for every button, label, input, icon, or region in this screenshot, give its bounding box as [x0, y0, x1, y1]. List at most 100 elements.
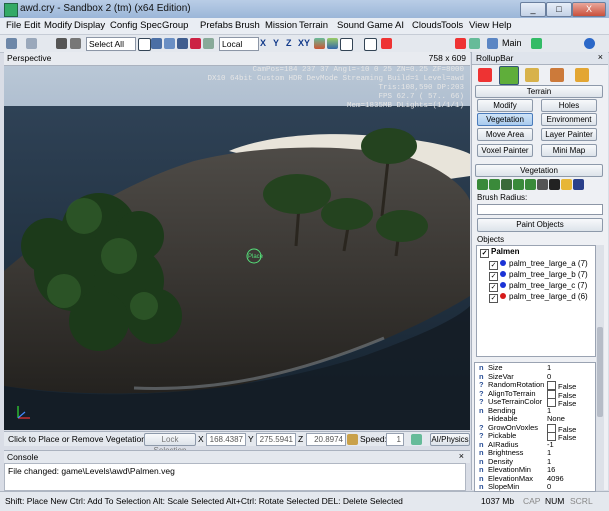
menu-display[interactable]: Display — [74, 20, 105, 31]
menu-sound[interactable]: Sound — [337, 20, 364, 31]
viewport-name[interactable]: Perspective — [7, 53, 51, 63]
viewport-stats: CamPos=184 237 37 Angl=-10 0 25 ZN=0.25 … — [207, 66, 464, 110]
menu-terrain[interactable]: Terrain — [299, 20, 328, 31]
property-value[interactable]: None — [547, 414, 565, 424]
menu-view[interactable]: View — [469, 20, 489, 31]
menu-edit[interactable]: Edit — [24, 20, 40, 31]
ai-physics-button[interactable]: AI/Physics — [430, 433, 470, 446]
grid-snap-icon[interactable] — [340, 38, 353, 51]
vegetation-button[interactable]: Vegetation — [477, 113, 533, 126]
axis-xy-button[interactable]: XY — [298, 37, 310, 50]
mini-map-button[interactable]: Mini Map — [541, 144, 597, 157]
tree-group-palmen[interactable]: ✓ Palmen — [480, 247, 519, 258]
menu-prefabs[interactable]: Prefabs — [200, 20, 233, 31]
speed-field[interactable]: 1 — [386, 433, 404, 446]
perspective-viewport[interactable]: Place CamPos=184 237 37 Angl=-10 0 25 ZN… — [4, 66, 470, 430]
terrain-section-header[interactable]: Terrain — [475, 85, 603, 98]
voxel-painter-button[interactable]: Voxel Painter — [477, 144, 533, 157]
property-grid[interactable]: n Size 1 n SizeVar 0? RandomRotation False? Alig… — [474, 362, 596, 492]
lock-selection-button[interactable]: Lock Selection — [144, 433, 196, 455]
maximize-button[interactable]: □ — [546, 2, 572, 17]
group-checkbox[interactable]: ✓ — [480, 249, 489, 258]
console-close-icon[interactable]: × — [459, 451, 464, 461]
scale-icon[interactable] — [177, 38, 188, 49]
axis-y-button[interactable]: Y — [273, 37, 279, 50]
menu-ai[interactable]: AI — [395, 20, 404, 31]
menu-config-spec[interactable]: Config Spec — [110, 20, 162, 31]
ruler-icon[interactable] — [381, 38, 392, 49]
modify-button[interactable]: Modify — [477, 99, 533, 112]
display-tab-icon[interactable] — [550, 68, 564, 82]
menu-modify[interactable]: Modify — [44, 20, 72, 31]
rollup-scrollbar[interactable] — [596, 245, 604, 490]
layer-select[interactable]: Main — [502, 37, 522, 50]
layer-painter-button[interactable]: Layer Painter — [541, 128, 597, 141]
menu-group[interactable]: Group — [162, 20, 188, 31]
rename-icon[interactable] — [501, 179, 512, 190]
terrain-tab-icon[interactable] — [499, 66, 519, 85]
tree-item[interactable]: ✓ palm_tree_large_c (7) — [489, 281, 587, 292]
unlink-icon[interactable] — [70, 38, 81, 49]
menu-file[interactable]: File — [6, 20, 21, 31]
holes-button[interactable]: Holes — [541, 99, 597, 112]
menu-tools[interactable]: Tools — [441, 20, 463, 31]
scrollbar-thumb[interactable] — [597, 327, 603, 417]
layer-settings-icon[interactable] — [531, 38, 542, 49]
tree-item[interactable]: ✓ palm_tree_large_a (7) — [489, 259, 588, 270]
replace-icon[interactable] — [525, 179, 536, 190]
menu-game[interactable]: Game — [367, 20, 393, 31]
console-output[interactable]: File changed: game\Levels\awd\Palmen.veg — [4, 463, 466, 491]
property-value[interactable]: 0 — [547, 482, 551, 491]
info-icon[interactable] — [584, 38, 595, 49]
snap-icon[interactable] — [203, 38, 214, 49]
brush-radius-slider[interactable] — [477, 204, 603, 215]
menu-brush[interactable]: Brush — [235, 20, 260, 31]
close-button[interactable]: X — [572, 2, 606, 17]
save-icon[interactable] — [549, 179, 560, 190]
terrain-follow-icon[interactable] — [314, 38, 325, 49]
tag-icon[interactable] — [455, 38, 466, 49]
redo-icon[interactable] — [26, 38, 37, 49]
terrain-collision-icon[interactable] — [411, 434, 422, 445]
rollup-close-icon[interactable]: × — [598, 52, 603, 62]
environment-button[interactable]: Environment — [541, 113, 597, 126]
objects-tree[interactable]: ✓ Palmen ✓ palm_tree_large_a (7) ✓ palm_tre… — [476, 245, 596, 357]
open-icon[interactable] — [561, 179, 572, 190]
coord-system-select[interactable]: Local — [219, 37, 259, 51]
selection-filter-select[interactable]: Select All — [86, 37, 136, 51]
link-icon[interactable] — [56, 38, 67, 49]
axis-z-button[interactable]: Z — [286, 37, 292, 50]
property-row[interactable]: n SlopeMin 0 — [479, 482, 595, 491]
menu-clouds[interactable]: Clouds — [412, 20, 442, 31]
rotate-icon[interactable] — [164, 38, 175, 49]
menu-mission[interactable]: Mission — [265, 20, 297, 31]
y-coordinate-field[interactable]: 275.5941 — [256, 433, 296, 446]
object-follow-icon[interactable] — [327, 38, 338, 49]
tree-item[interactable]: ✓ palm_tree_large_b (7) — [489, 270, 588, 281]
minimize-button[interactable]: _ — [520, 2, 546, 17]
paint-objects-button[interactable]: Paint Objects — [477, 218, 603, 232]
add-group-icon[interactable] — [489, 179, 500, 190]
objects-tab-icon[interactable] — [478, 68, 492, 82]
lock-icon[interactable] — [347, 434, 358, 445]
export-icon[interactable] — [573, 179, 584, 190]
move-icon[interactable] — [151, 38, 162, 49]
layers-tab-icon[interactable] — [575, 68, 589, 82]
x-coordinate-field[interactable]: 168.4387 — [206, 433, 246, 446]
delete-icon[interactable] — [537, 179, 548, 190]
tree-item[interactable]: ✓ palm_tree_large_d (6) — [489, 292, 588, 303]
select-region-icon[interactable] — [190, 38, 201, 49]
undo-icon[interactable] — [6, 38, 17, 49]
z-coordinate-field[interactable]: 20.8974 — [306, 433, 346, 446]
axis-x-button[interactable]: X — [260, 37, 266, 50]
menu-help[interactable]: Help — [492, 20, 512, 31]
modeling-tab-icon[interactable] — [525, 68, 539, 82]
angle-snap-icon[interactable] — [364, 38, 377, 51]
remove-vegetation-icon[interactable] — [513, 179, 524, 190]
move-area-button[interactable]: Move Area — [477, 128, 533, 141]
vegetation-section-header[interactable]: Vegetation — [475, 164, 603, 177]
property-value[interactable]: 0 — [547, 372, 551, 382]
terrain-icon[interactable] — [469, 38, 480, 49]
select-cursor-icon[interactable] — [138, 38, 151, 51]
add-vegetation-icon[interactable] — [477, 179, 488, 190]
